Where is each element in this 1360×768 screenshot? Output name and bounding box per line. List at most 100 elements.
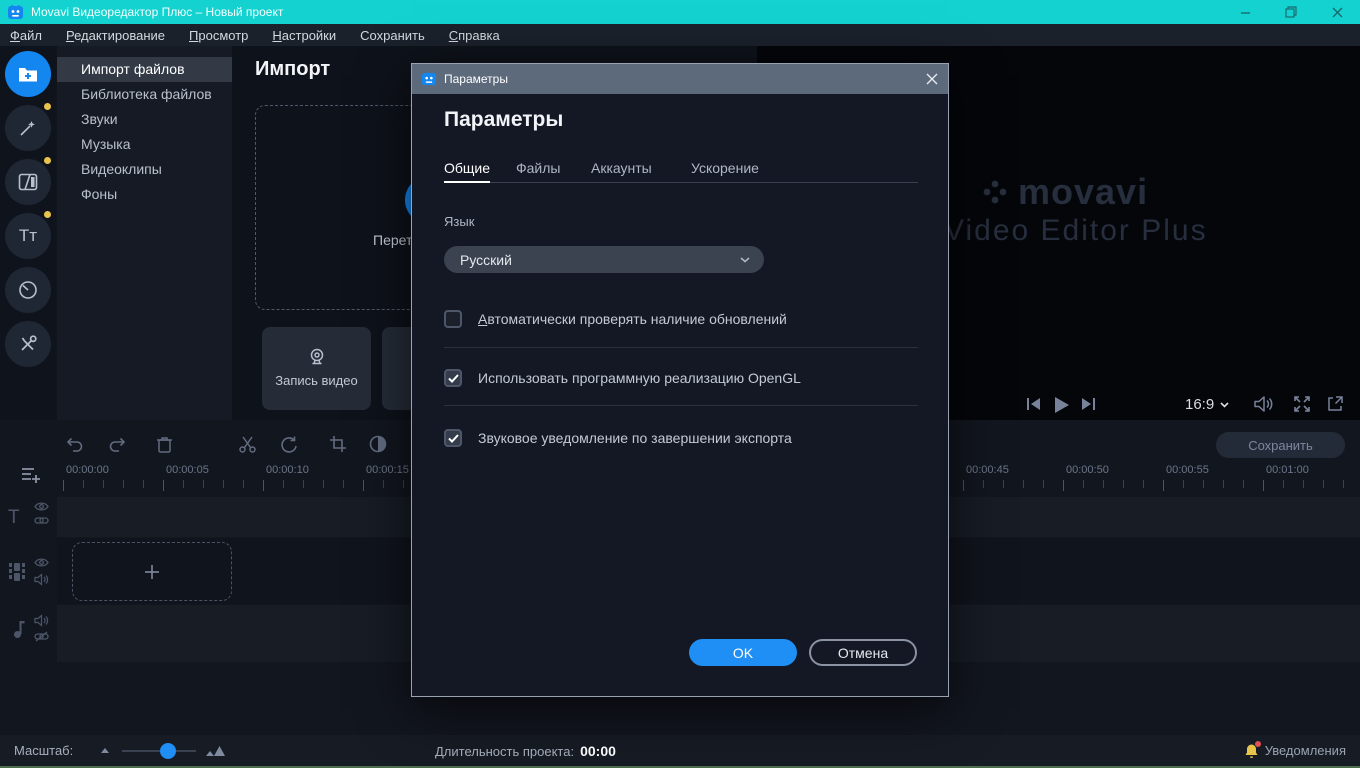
settings-dialog: Параметры Параметры Общие Файлы Аккаунты… [411,63,949,697]
video-track-icon [8,562,25,583]
sidebar-titles-button[interactable]: Tт [5,213,51,259]
add-clip-placeholder[interactable] [72,542,232,601]
chevron-down-icon [740,257,750,263]
checkbox-row-sound[interactable]: Звуковое уведомление по завершении экспо… [444,429,792,447]
ruler-tick [1203,480,1204,488]
volume-icon[interactable] [1253,395,1275,413]
tab-general[interactable]: Общие [444,160,490,176]
panel-item-videoclips[interactable]: Видеоклипы [57,157,232,182]
sidebar-filters-button[interactable] [5,105,51,151]
tools-icon [18,334,38,354]
ruler-tick [103,480,104,488]
panel-item-music[interactable]: Музыка [57,132,232,157]
save-project-button[interactable]: Сохранить [1216,432,1345,458]
detach-window-icon[interactable] [1327,395,1344,412]
checkbox-sound[interactable] [444,429,462,447]
checkbox-opengl-label: Использовать программную реализацию Open… [478,370,801,386]
ruler-tick [1223,480,1224,488]
tab-files[interactable]: Файлы [516,160,560,176]
ruler-tick [1243,480,1244,488]
minimize-button[interactable] [1222,0,1268,24]
restore-button[interactable] [1268,0,1314,24]
active-tab-underline [444,181,490,183]
ruler-timestamp: 00:00:05 [166,464,209,476]
text-track-link-icon[interactable] [34,516,49,525]
tab-acceleration[interactable]: Ускорение [691,160,759,176]
ruler-tick [143,480,144,488]
record-video-label: Запись видео [275,373,357,389]
ok-button[interactable]: OK [689,639,797,666]
status-bar: Масштаб: Длительность проекта:00:00 Увед… [0,735,1360,766]
delete-icon[interactable] [156,435,173,454]
menu-save[interactable]: Сохранить [360,28,425,43]
dialog-close-icon[interactable] [926,73,938,85]
checkbox-updates[interactable] [444,310,462,328]
panel-item-backgrounds[interactable]: Фоны [57,182,232,207]
sidebar-import-button[interactable] [5,51,51,97]
project-duration-label: Длительность проекта: [435,744,574,759]
close-button[interactable] [1314,0,1360,24]
menu-edit[interactable]: Редактирование [66,28,165,43]
divider [444,347,918,348]
add-track-icon[interactable] [20,465,42,485]
redo-icon[interactable] [108,435,128,454]
checkbox-row-opengl[interactable]: Использовать программную реализацию Open… [444,369,801,387]
checkbox-sound-label: Звуковое уведомление по завершении экспо… [478,430,792,446]
folder-add-icon [17,64,39,84]
language-value: Русский [460,252,512,268]
cancel-button[interactable]: Отмена [809,639,917,666]
zoom-out-icon[interactable] [100,745,114,754]
zoom-slider-handle[interactable] [160,743,176,759]
ruler-tick [383,480,384,488]
rotate-icon[interactable] [279,435,298,454]
notifications-button[interactable]: Уведомления [1244,743,1346,759]
language-select[interactable]: Русский [444,246,764,273]
import-nav-panel: Импорт файлов Библиотека файлов Звуки Му… [57,46,232,420]
audio-track-link-off-icon[interactable] [34,631,49,642]
transitions-badge-dot [44,157,51,164]
tool-sidebar: Tт [0,46,57,420]
ruler-tick [1343,480,1344,488]
tabs-divider [444,182,918,183]
menu-file[interactable]: Файл [10,28,42,43]
project-duration: Длительность проекта:00:00 [435,743,616,759]
checkbox-row-updates[interactable]: Автоматически проверять наличие обновлен… [444,310,787,328]
ruler-timestamp: 00:00:50 [1066,464,1109,476]
text-track-visibility-icon[interactable] [34,501,49,512]
crop-icon[interactable] [329,435,347,453]
dialog-title: Параметры [444,72,508,86]
ruler-tick [363,480,364,491]
ruler-tick [343,480,344,488]
cut-icon[interactable] [238,435,257,454]
aspect-ratio-select[interactable]: 16:9 [1185,396,1229,413]
ruler-tick [1083,480,1084,488]
skip-prev-button[interactable] [1025,395,1043,413]
sidebar-transitions-button[interactable] [5,159,51,205]
import-heading: Импорт [255,58,330,81]
menu-settings[interactable]: Настройки [272,28,336,43]
play-button[interactable] [1051,395,1071,415]
menu-view[interactable]: Просмотр [189,28,248,43]
panel-item-sounds[interactable]: Звуки [57,107,232,132]
tab-accounts[interactable]: Аккаунты [591,160,652,176]
color-adjust-icon[interactable] [369,435,387,453]
zoom-slider-track[interactable] [122,750,196,752]
brand-name: movavi [1018,171,1148,213]
record-video-card[interactable]: Запись видео [262,327,371,410]
skip-next-button[interactable] [1079,395,1097,413]
video-track-visibility-icon[interactable] [34,557,49,568]
fullscreen-icon[interactable] [1293,395,1311,413]
undo-icon[interactable] [64,435,84,454]
ruler-timestamp: 00:00:15 [366,464,409,476]
audio-track-mute-icon[interactable] [34,614,49,627]
panel-item-import-files[interactable]: Импорт файлов [57,57,232,82]
sidebar-tools-button[interactable] [5,321,51,367]
sidebar-timer-button[interactable] [5,267,51,313]
checkbox-opengl[interactable] [444,369,462,387]
ruler-tick [223,480,224,488]
menu-help[interactable]: Справка [449,28,500,43]
zoom-in-icon[interactable] [205,745,227,757]
transition-icon [18,173,38,191]
video-track-mute-icon[interactable] [34,573,49,586]
panel-item-file-library[interactable]: Библиотека файлов [57,82,232,107]
